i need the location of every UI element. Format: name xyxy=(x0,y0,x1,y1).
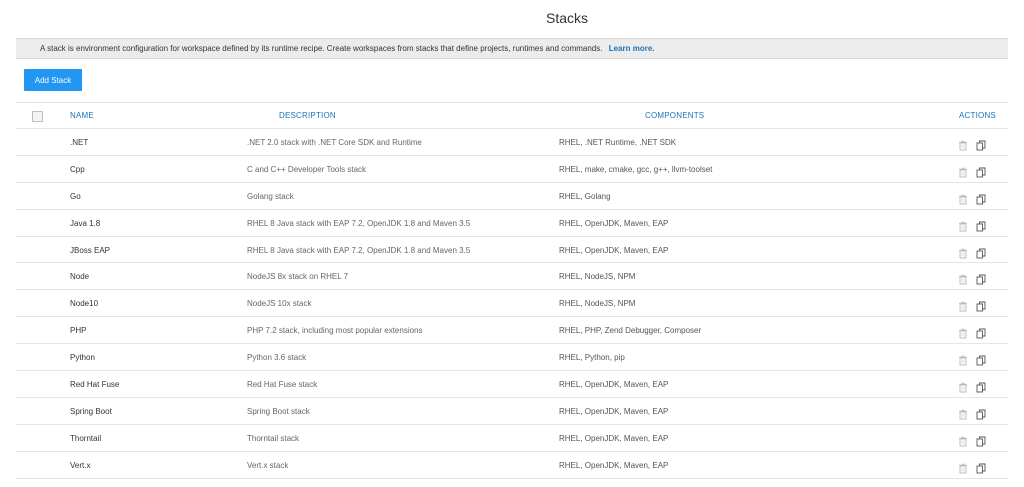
trash-icon[interactable] xyxy=(958,138,968,151)
stack-description: NodeJS 10x stack xyxy=(247,299,312,309)
copy-icon[interactable] xyxy=(976,326,986,339)
select-all-checkbox[interactable] xyxy=(32,111,43,122)
info-text: A stack is environment configuration for… xyxy=(40,44,603,53)
stack-name[interactable]: Red Hat Fuse xyxy=(70,380,119,389)
header-actions: ACTIONS xyxy=(959,111,996,120)
copy-icon[interactable] xyxy=(976,353,986,366)
page-title: Stacks xyxy=(545,10,588,26)
table-row[interactable]: Cpp C and C++ Developer Tools stack RHEL, … xyxy=(16,156,1008,183)
stack-components: RHEL, Golang xyxy=(559,191,611,201)
stack-components: RHEL, .NET Runtime, .NET SDK xyxy=(559,138,677,147)
stack-components: RHEL, PHP, Zend Debugger, Composer xyxy=(559,326,702,336)
stack-description: Red Hat Fuse stack xyxy=(247,380,318,390)
trash-icon[interactable] xyxy=(958,299,968,312)
stack-description: C and C++ Developer Tools stack xyxy=(247,164,367,174)
stack-components: RHEL, OpenJDK, Maven, EAP xyxy=(559,218,669,228)
trash-icon[interactable] xyxy=(958,272,968,285)
copy-icon[interactable] xyxy=(976,219,986,232)
stack-description: PHP 7.2 stack, including most popular ex… xyxy=(247,326,423,336)
stack-description: Golang stack xyxy=(247,191,294,201)
stack-components: RHEL, OpenJDK, Maven, EAP xyxy=(559,380,669,390)
copy-icon[interactable] xyxy=(976,165,986,178)
trash-icon[interactable] xyxy=(958,380,968,393)
copy-icon[interactable] xyxy=(976,272,986,285)
stack-description: Spring Boot stack xyxy=(247,406,310,416)
table-row[interactable]: Node10 NodeJS 10x stack RHEL, NodeJS, NPM xyxy=(16,290,1008,318)
trash-icon[interactable] xyxy=(958,461,968,474)
table-row[interactable]: Java 1.8 RHEL 8 Java stack with EAP 7.2, … xyxy=(16,210,1008,237)
table-row[interactable]: Thorntail Thorntail stack RHEL, OpenJDK, M… xyxy=(16,425,1008,452)
table-row[interactable]: Python Python 3.6 stack RHEL, Python, pip xyxy=(16,344,1008,372)
stack-description: Python 3.6 stack xyxy=(247,353,307,363)
table-header: NAME DESCRIPTION COMPONENTS ACTIONS xyxy=(16,102,1008,129)
copy-icon[interactable] xyxy=(976,138,986,151)
stack-description: Vert.x stack xyxy=(247,460,289,470)
copy-icon[interactable] xyxy=(976,407,986,420)
table-row[interactable]: JBoss EAP RHEL 8 Java stack with EAP 7.2,… xyxy=(16,237,1008,264)
copy-icon[interactable] xyxy=(976,380,986,393)
stack-components: RHEL, OpenJDK, Maven, EAP xyxy=(559,460,669,470)
stacks-table: NAME DESCRIPTION COMPONENTS ACTIONS .NET… xyxy=(16,102,1008,479)
table-row[interactable]: Spring Boot Spring Boot stack RHEL, OpenJD… xyxy=(16,398,1008,425)
header-description[interactable]: DESCRIPTION xyxy=(279,111,336,120)
stack-components: RHEL, OpenJDK, Maven, EAP xyxy=(559,433,669,443)
stack-name[interactable]: Java 1.8 xyxy=(70,219,100,228)
stack-components: RHEL, NodeJS, NPM xyxy=(559,299,636,309)
stack-components: RHEL, OpenJDK, Maven, EAP xyxy=(559,406,669,416)
stack-components: RHEL, OpenJDK, Maven, EAP xyxy=(559,245,669,255)
table-body: .NET .NET 2.0 stack with .NET Core SDK an… xyxy=(16,129,1008,479)
stack-description: Thorntail stack xyxy=(247,433,300,443)
copy-icon[interactable] xyxy=(976,461,986,474)
copy-icon[interactable] xyxy=(976,299,986,312)
trash-icon[interactable] xyxy=(958,434,968,447)
copy-icon[interactable] xyxy=(976,192,986,205)
trash-icon[interactable] xyxy=(958,165,968,178)
stack-name[interactable]: Python xyxy=(70,353,95,362)
table-row[interactable]: Vert.x Vert.x stack RHEL, OpenJDK, Maven, … xyxy=(16,452,1008,479)
stack-name[interactable]: Cpp xyxy=(70,165,85,174)
trash-icon[interactable] xyxy=(958,326,968,339)
stack-name[interactable]: JBoss EAP xyxy=(70,246,110,255)
stack-name[interactable]: .NET xyxy=(70,138,88,147)
header-components[interactable]: COMPONENTS xyxy=(645,111,704,120)
stack-description: NodeJS 8x stack on RHEL 7 xyxy=(247,272,349,282)
stack-name[interactable]: Thorntail xyxy=(70,434,101,443)
trash-icon[interactable] xyxy=(958,219,968,232)
table-row[interactable]: Node NodeJS 8x stack on RHEL 7 RHEL, NodeJ… xyxy=(16,263,1008,291)
stack-description: RHEL 8 Java stack with EAP 7.2, OpenJDK … xyxy=(247,218,471,228)
header-name[interactable]: NAME xyxy=(70,111,94,120)
table-row[interactable]: Go Golang stack RHEL, Golang xyxy=(16,183,1008,210)
stack-description: RHEL 8 Java stack with EAP 7.2, OpenJDK … xyxy=(247,245,471,255)
stack-components: RHEL, make, cmake, gcc, g++, llvm-toolse… xyxy=(559,164,713,174)
stack-name[interactable]: Node xyxy=(70,272,89,281)
trash-icon[interactable] xyxy=(958,353,968,366)
stack-components: RHEL, NodeJS, NPM xyxy=(559,272,636,282)
copy-icon[interactable] xyxy=(976,246,986,259)
stack-components: RHEL, Python, pip xyxy=(559,353,625,363)
trash-icon[interactable] xyxy=(958,192,968,205)
info-banner: A stack is environment configuration for… xyxy=(16,38,1008,59)
stack-description: .NET 2.0 stack with .NET Core SDK and Ru… xyxy=(247,138,422,147)
copy-icon[interactable] xyxy=(976,434,986,447)
table-row[interactable]: .NET .NET 2.0 stack with .NET Core SDK an… xyxy=(16,129,1008,156)
stack-name[interactable]: Node10 xyxy=(70,299,98,308)
stack-name[interactable]: PHP xyxy=(70,326,86,335)
learn-more-link[interactable]: Learn more. xyxy=(609,44,655,53)
trash-icon[interactable] xyxy=(958,407,968,420)
table-row[interactable]: PHP PHP 7.2 stack, including most popular… xyxy=(16,317,1008,345)
stack-name[interactable]: Vert.x xyxy=(70,461,90,470)
stack-name[interactable]: Spring Boot xyxy=(70,407,112,416)
add-stack-button[interactable]: Add Stack xyxy=(24,69,82,91)
trash-icon[interactable] xyxy=(958,246,968,259)
stack-name[interactable]: Go xyxy=(70,192,81,201)
table-row[interactable]: Red Hat Fuse Red Hat Fuse stack RHEL, Open… xyxy=(16,371,1008,398)
